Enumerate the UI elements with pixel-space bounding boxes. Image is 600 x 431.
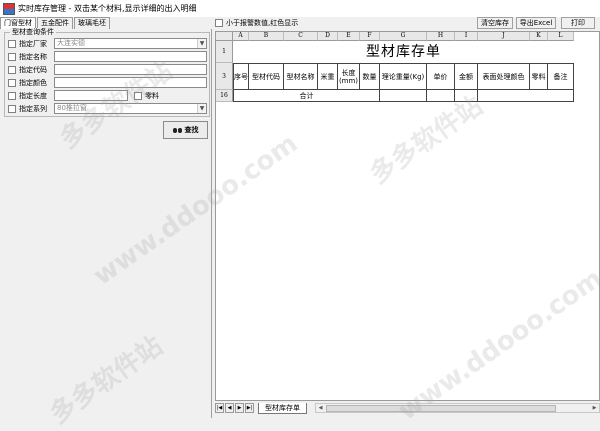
header-cell-code[interactable]: 型材代码 [249,64,284,90]
field-row-manufacturer: 指定厂家 大连实德 ▼ [8,38,207,49]
series-value: 80推拉窗 [57,104,87,112]
sheet-tab-stock[interactable]: 型材库存单 [258,402,307,414]
length-checkbox[interactable] [8,91,16,100]
column-header-k[interactable]: K [530,32,548,41]
column-header-c[interactable]: C [284,32,318,41]
column-header-g[interactable]: G [380,32,427,41]
chevron-down-icon[interactable]: ▼ [197,104,206,113]
horizontal-scrollbar[interactable]: ◀ ▶ [315,403,600,413]
header-cell-offcut[interactable]: 零料 [530,64,548,90]
tab-glass[interactable]: 玻璃毛坯 [74,17,110,29]
field-row-length: 指定长度 零料 [8,90,159,101]
scroll-left-icon[interactable]: ◀ [316,404,325,412]
offcut-label: 零料 [145,91,159,100]
column-header-j[interactable]: J [478,32,530,41]
length-input[interactable] [54,90,128,101]
next-sheet-icon[interactable]: ▶ [235,403,244,413]
column-header-h[interactable]: H [427,32,455,41]
manufacturer-checkbox[interactable] [8,39,16,48]
name-checkbox[interactable] [8,52,16,61]
code-label: 指定代码 [19,65,47,74]
column-header-l[interactable]: L [548,32,574,41]
prev-sheet-icon[interactable]: ◀ [225,403,234,413]
query-panel: 型材查询条件 指定厂家 大连实德 ▼ 指定名称 指定代码 指定颜色 指定长度 零… [0,28,212,418]
header-cell-quantity[interactable]: 数量 [360,64,380,90]
manufacturer-value: 大连实德 [57,39,85,47]
series-checkbox[interactable] [8,104,16,113]
search-button[interactable]: 查找 [163,121,208,139]
chevron-down-icon[interactable]: ▼ [197,39,206,48]
series-label: 指定系列 [19,104,47,113]
column-header-d[interactable]: D [318,32,338,41]
column-header-b[interactable]: B [249,32,284,41]
window-title: 实时库存管理 - 双击某个材料,显示详细的出入明细 [18,4,197,13]
field-row-name: 指定名称 [8,51,207,62]
alarm-checkbox[interactable] [215,19,223,27]
header-cell-theory-weight[interactable]: 理论重量(Kg) [380,64,427,90]
scroll-right-icon[interactable]: ▶ [590,404,599,412]
search-button-label: 查找 [184,126,199,134]
row-header-16[interactable]: 16 [216,90,233,102]
total-amount-cell[interactable] [455,90,478,102]
code-checkbox[interactable] [8,65,16,74]
header-cell-amount[interactable]: 金额 [455,64,478,90]
manufacturer-select[interactable]: 大连实德 ▼ [54,38,207,49]
header-cell-surface-color[interactable]: 表面处理颜色 [478,64,530,90]
manufacturer-label: 指定厂家 [19,39,47,48]
alarm-label: 小于报警数值,红色显示 [226,19,299,27]
row-header-1[interactable]: 1 [216,41,233,63]
field-row-code: 指定代码 [8,64,207,75]
name-label: 指定名称 [19,52,47,61]
header-cell-meter-weight[interactable]: 米重 [318,64,338,90]
sheet-corner[interactable] [216,32,233,41]
title-bar: 实时库存管理 - 双击某个材料,显示详细的出入明细 [0,0,600,17]
column-header-f[interactable]: F [360,32,380,41]
total-price-cell[interactable] [427,90,455,102]
row-header-3[interactable]: 3 [216,63,233,90]
header-cell-length[interactable]: 长度(mm) [338,64,360,90]
name-input[interactable] [54,51,207,62]
length-label: 指定长度 [19,91,47,100]
clear-stock-button[interactable]: 清空库存 [477,17,513,29]
print-button[interactable]: 打印 [561,17,595,29]
code-input[interactable] [54,64,207,75]
scrollbar-thumb[interactable] [326,405,556,412]
binoculars-icon [172,127,182,134]
last-sheet-icon[interactable]: ▶| [245,403,254,413]
sheet-title[interactable]: 型材库存单 [233,41,574,63]
field-row-series: 指定系列 80推拉窗 ▼ [8,103,207,114]
stock-spreadsheet[interactable]: A B C D E F G H I J K L 1 3 16 型材库存单 序号 … [215,31,600,401]
offcut-checkbox[interactable] [134,91,142,100]
sheet-tab-bar: |◀ ◀ ▶ ▶| 型材库存单 ◀ ▶ [215,402,600,414]
app-icon [3,2,15,15]
alarm-option[interactable]: 小于报警数值,红色显示 [215,18,298,28]
query-group-title: 型材查询条件 [10,28,56,37]
export-excel-button[interactable]: 导出Excel [516,17,556,29]
total-weight-cell[interactable] [380,90,427,102]
column-header-i[interactable]: I [455,32,478,41]
column-header-e[interactable]: E [338,32,360,41]
color-checkbox[interactable] [8,78,16,87]
column-header-a[interactable]: A [233,32,249,41]
sheet-toolbar: 小于报警数值,红色显示 清空库存 导出Excel 打印 [213,17,600,29]
header-cell-index[interactable]: 序号 [233,64,249,90]
total-rest-cell[interactable] [478,90,574,102]
total-label-cell[interactable]: 合计 [233,90,380,102]
field-row-color: 指定颜色 [8,77,207,88]
header-cell-name[interactable]: 型材名称 [284,64,318,90]
color-input[interactable] [54,77,207,88]
header-cell-unit-price[interactable]: 单价 [427,64,455,90]
header-cell-remark[interactable]: 备注 [548,64,574,90]
color-label: 指定颜色 [19,78,47,87]
first-sheet-icon[interactable]: |◀ [215,403,224,413]
series-select[interactable]: 80推拉窗 ▼ [54,103,207,114]
app-window: 实时库存管理 - 双击某个材料,显示详细的出入明细 门窗型材 五金配件 玻璃毛坯… [0,0,600,430]
query-group: 型材查询条件 指定厂家 大连实德 ▼ 指定名称 指定代码 指定颜色 指定长度 零… [4,28,210,117]
